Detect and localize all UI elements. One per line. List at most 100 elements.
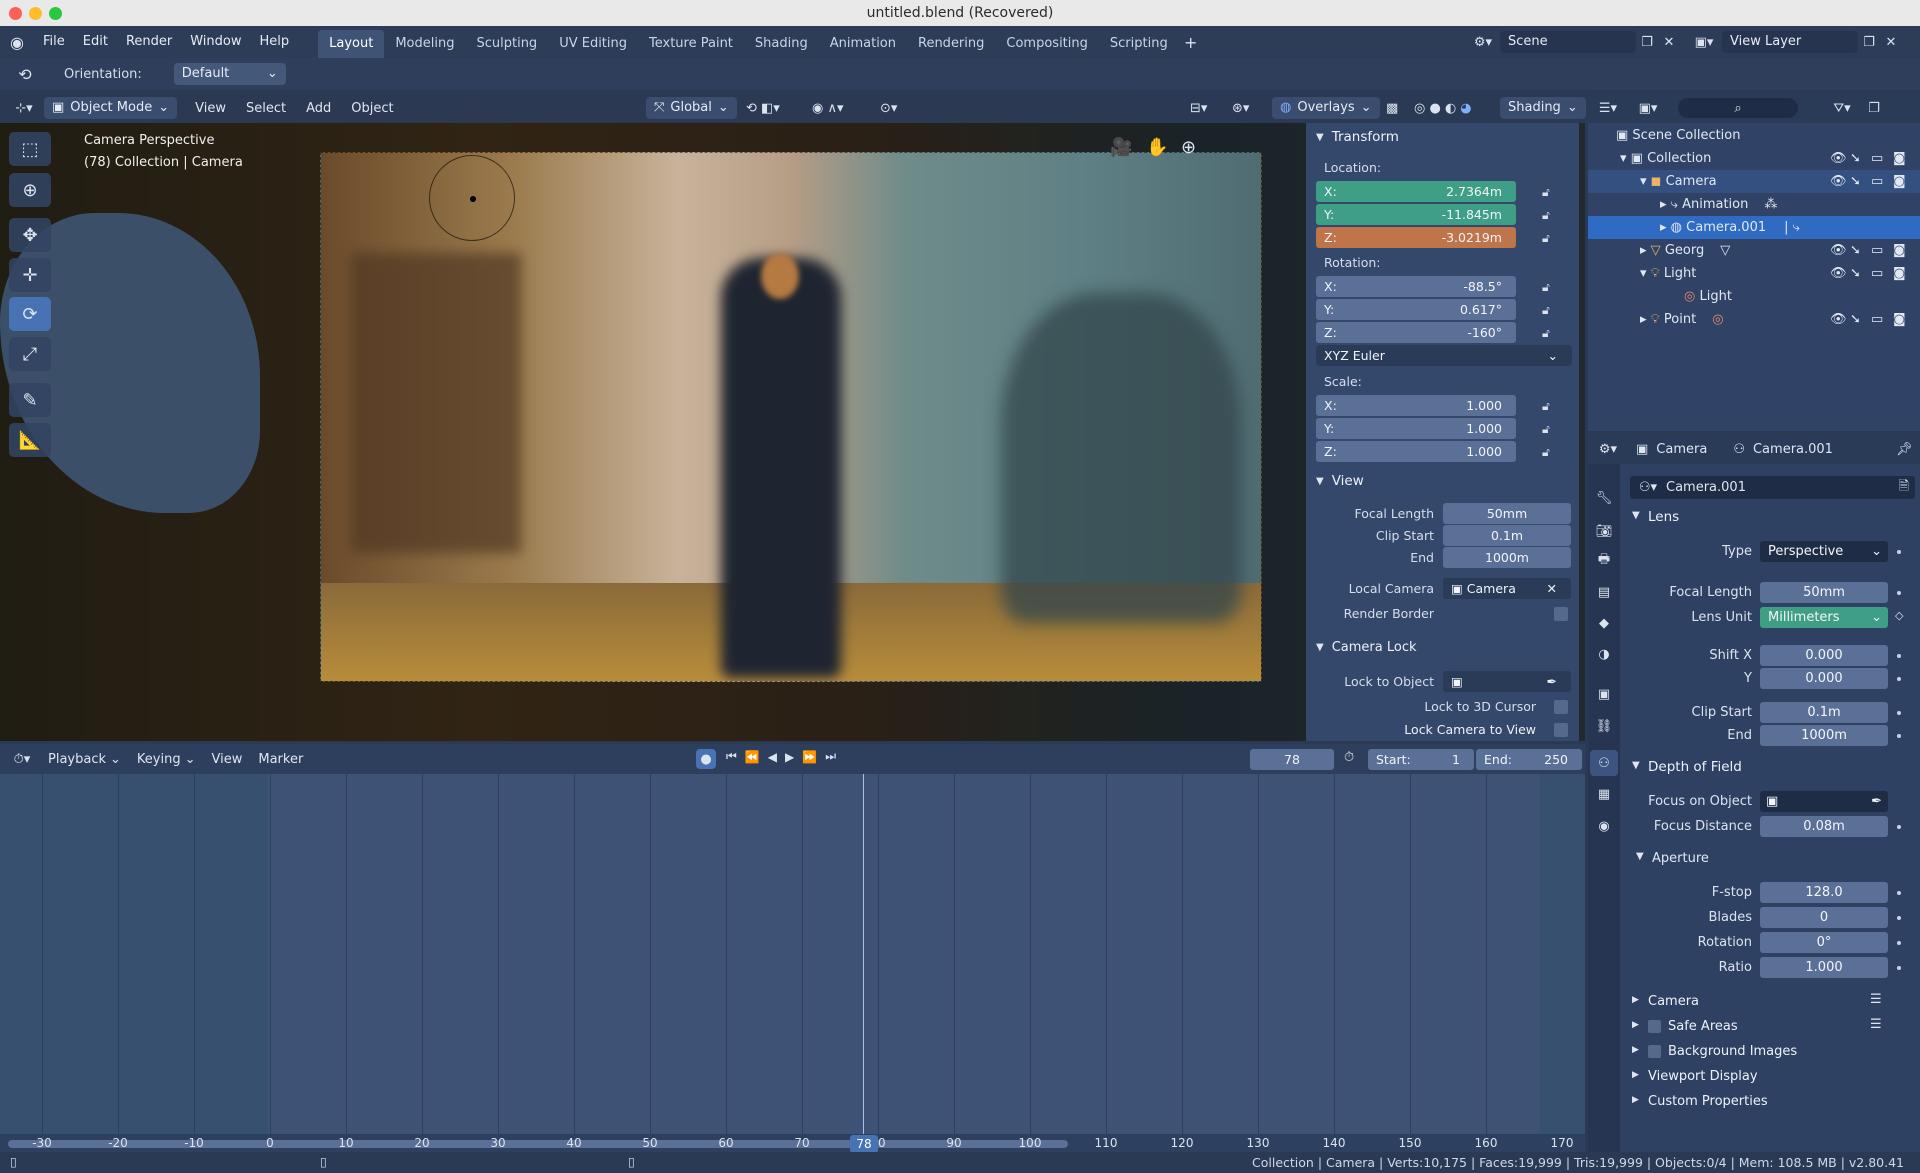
menu-view[interactable]: View	[185, 101, 236, 116]
location-x-field[interactable]: X: 2.7364m	[1316, 181, 1516, 202]
focus-distance-field[interactable]: 0.08m	[1760, 816, 1888, 837]
3d-viewport[interactable]: Camera Perspective (78) Collection | Cam…	[0, 93, 1585, 741]
blender-logo-icon[interactable]: ◉	[0, 33, 34, 52]
playhead-line[interactable]	[863, 774, 864, 1140]
tab-shading[interactable]: Shading	[744, 30, 819, 58]
render-border-checkbox[interactable]	[1554, 607, 1568, 621]
view-layer-field[interactable]: View Layer	[1722, 31, 1858, 53]
new-collection-icon[interactable]: ❐	[1862, 101, 1886, 116]
editor-type-icon[interactable]: ⊹▾	[4, 101, 44, 116]
play-icon[interactable]: ▶	[785, 750, 794, 764]
clip-end-field[interactable]: 1000m	[1443, 547, 1571, 568]
outliner-row-light[interactable]: ▾ 💡︎ Light 👁 ➘ ▭ ◙	[1588, 262, 1920, 285]
fstop-field[interactable]: 128.0	[1760, 882, 1888, 903]
camera-panel-header[interactable]: ▶ Camera ☰	[1588, 990, 1920, 1014]
view-panel-header[interactable]: ▼ View	[1316, 473, 1364, 489]
tab-rendering[interactable]: Rendering	[907, 30, 995, 58]
focal-length-field[interactable]: 50mm	[1760, 582, 1888, 603]
lock-icon[interactable]: 🔓︎	[1542, 231, 1550, 246]
lock-camera-checkbox[interactable]	[1554, 723, 1568, 737]
aperture-rotation-field[interactable]: 0°	[1760, 932, 1888, 953]
timeline-ruler[interactable]: -30 -20 -10 0 10 20 30 40 50 60 70 80 90 100 110 120 130…	[0, 1134, 1585, 1154]
tab-modeling[interactable]: Modeling	[384, 30, 465, 58]
lock-icon[interactable]: 🔓︎	[1542, 326, 1550, 341]
outliner-row-collection[interactable]: ▾ ▣ Collection 👁 ➘ ▭ ◙	[1588, 147, 1920, 170]
menu-add[interactable]: Add	[296, 101, 341, 116]
rotation-y-field[interactable]: Y: 0.617°	[1316, 299, 1516, 320]
local-camera-field[interactable]: ▣ Camera ✕	[1443, 578, 1571, 599]
zoom-icon[interactable]: ⊕	[1181, 137, 1196, 158]
rotation-mode-dropdown[interactable]: XYZ Euler ⌄	[1316, 345, 1572, 366]
blades-field[interactable]: 0	[1760, 907, 1888, 928]
location-y-field[interactable]: Y: -11.845m	[1316, 204, 1516, 225]
filter-icon[interactable]: ⛛▾	[1822, 101, 1862, 116]
light-gizmo[interactable]	[429, 155, 515, 241]
editor-type-icon[interactable]: ⏱▾	[4, 752, 40, 767]
lens-unit-dropdown[interactable]: Millimeters ⌄	[1760, 607, 1888, 628]
rotate-tool-icon[interactable]: ⟳	[9, 297, 51, 331]
safe-areas-panel-header[interactable]: ▶ Safe Areas ☰	[1588, 1015, 1920, 1039]
editor-type-icon[interactable]: ⚙▾	[1588, 442, 1628, 457]
shading-dropdown[interactable]: Shading ⌄	[1500, 97, 1586, 119]
prev-keyframe-icon[interactable]: ⏪	[745, 750, 760, 764]
shift-x-field[interactable]: 0.000	[1760, 645, 1888, 666]
menu-marker[interactable]: Marker	[250, 752, 311, 767]
new-scene-icon[interactable]: ❐	[1636, 35, 1658, 50]
playback-controls[interactable]: ⏮ ⏪ ◀ ▶ ⏩ ⏭	[726, 749, 836, 764]
scene-name-field[interactable]: Scene	[1500, 31, 1636, 53]
lens-type-dropdown[interactable]: Perspective ⌄	[1760, 541, 1888, 562]
lock-icon[interactable]: 🔓︎	[1542, 185, 1550, 200]
stopwatch-icon[interactable]: ⏱	[1344, 750, 1354, 765]
menu-object[interactable]: Object	[341, 101, 403, 116]
add-workspace-icon[interactable]: +	[1179, 33, 1203, 52]
next-keyframe-icon[interactable]: ⏩	[802, 750, 817, 764]
clip-end-field[interactable]: 1000m	[1760, 725, 1888, 746]
scale-y-field[interactable]: Y: 1.000	[1316, 418, 1516, 439]
tab-layout[interactable]: Layout	[318, 30, 385, 58]
current-frame-indicator[interactable]: 78	[850, 1135, 878, 1153]
view-object-types-icon[interactable]: ⊟▾	[1190, 101, 1207, 116]
outliner-row-scene-collection[interactable]: ▣ Scene Collection	[1588, 124, 1920, 147]
aperture-panel-header[interactable]: ▼ Aperture	[1588, 847, 1920, 871]
outliner-row-light-data[interactable]: ◎ Light	[1588, 285, 1920, 308]
menu-keying[interactable]: Keying ⌄	[129, 752, 204, 767]
camera-lock-panel-header[interactable]: ▼ Camera Lock	[1316, 640, 1417, 655]
editor-type-icon[interactable]: ☰▾	[1588, 101, 1628, 116]
tab-uv-editing[interactable]: UV Editing	[548, 30, 638, 58]
rotation-x-field[interactable]: X: -88.5°	[1316, 276, 1516, 297]
close-window-button[interactable]	[9, 7, 22, 20]
minimize-window-button[interactable]	[29, 7, 42, 20]
custom-properties-panel-header[interactable]: ▶ Custom Properties	[1588, 1090, 1920, 1114]
pin-icon[interactable]: 📌︎	[1896, 442, 1913, 457]
scene-icon[interactable]: ⚙▾	[1466, 35, 1500, 50]
orientation-dropdown[interactable]: Default ⌄	[173, 63, 286, 85]
lock-cursor-checkbox[interactable]	[1554, 700, 1568, 714]
outliner-search-input[interactable]: ⌕	[1678, 98, 1798, 118]
delete-view-layer-icon[interactable]: ✕	[1880, 35, 1902, 50]
outliner-row-point[interactable]: ▸ 💡︎ Point ◎ 👁 ➘ ▭ ◙	[1588, 308, 1920, 331]
focal-length-field[interactable]: 50mm	[1443, 503, 1571, 524]
transform-tool-icon[interactable]: ✥	[9, 218, 51, 252]
transform-orientation-dropdown[interactable]: ⤧ Global ⌄	[646, 97, 737, 119]
measure-tool-icon[interactable]: 📐	[9, 423, 51, 457]
annotate-tool-icon[interactable]: ✎	[9, 383, 51, 417]
outliner-row-georg[interactable]: ▸ ▽ Georg ▽ 👁 ➘ ▭ ◙	[1588, 239, 1920, 262]
clip-start-field[interactable]: 0.1m	[1443, 525, 1571, 546]
camera-view-icon[interactable]: 🎥	[1110, 137, 1132, 158]
current-frame-field[interactable]: 78	[1250, 749, 1334, 770]
scale-tool-icon[interactable]: ⤢	[9, 337, 51, 371]
active-tool-icon[interactable]: ⟲	[0, 65, 50, 84]
proportional-edit-icon[interactable]: ⊙▾	[880, 101, 897, 116]
view-layer-icon[interactable]: ▣▾	[1686, 35, 1722, 50]
end-frame-field[interactable]: End: 250	[1476, 749, 1582, 770]
tab-scripting[interactable]: Scripting	[1099, 30, 1179, 58]
jump-start-icon[interactable]: ⏮	[726, 749, 737, 764]
pan-hand-icon[interactable]: ✋	[1146, 137, 1168, 158]
lock-icon[interactable]: 🔓︎	[1542, 399, 1550, 414]
lock-icon[interactable]: 🔓︎	[1542, 303, 1550, 318]
dof-panel-header[interactable]: ▼ Depth of Field	[1588, 756, 1920, 780]
snap-icon[interactable]: ◉ ∧▾	[812, 101, 844, 116]
delete-scene-icon[interactable]: ✕	[1658, 35, 1680, 50]
lock-icon[interactable]: 🔓︎	[1542, 280, 1550, 295]
menu-playback[interactable]: Playback ⌄	[40, 752, 129, 767]
